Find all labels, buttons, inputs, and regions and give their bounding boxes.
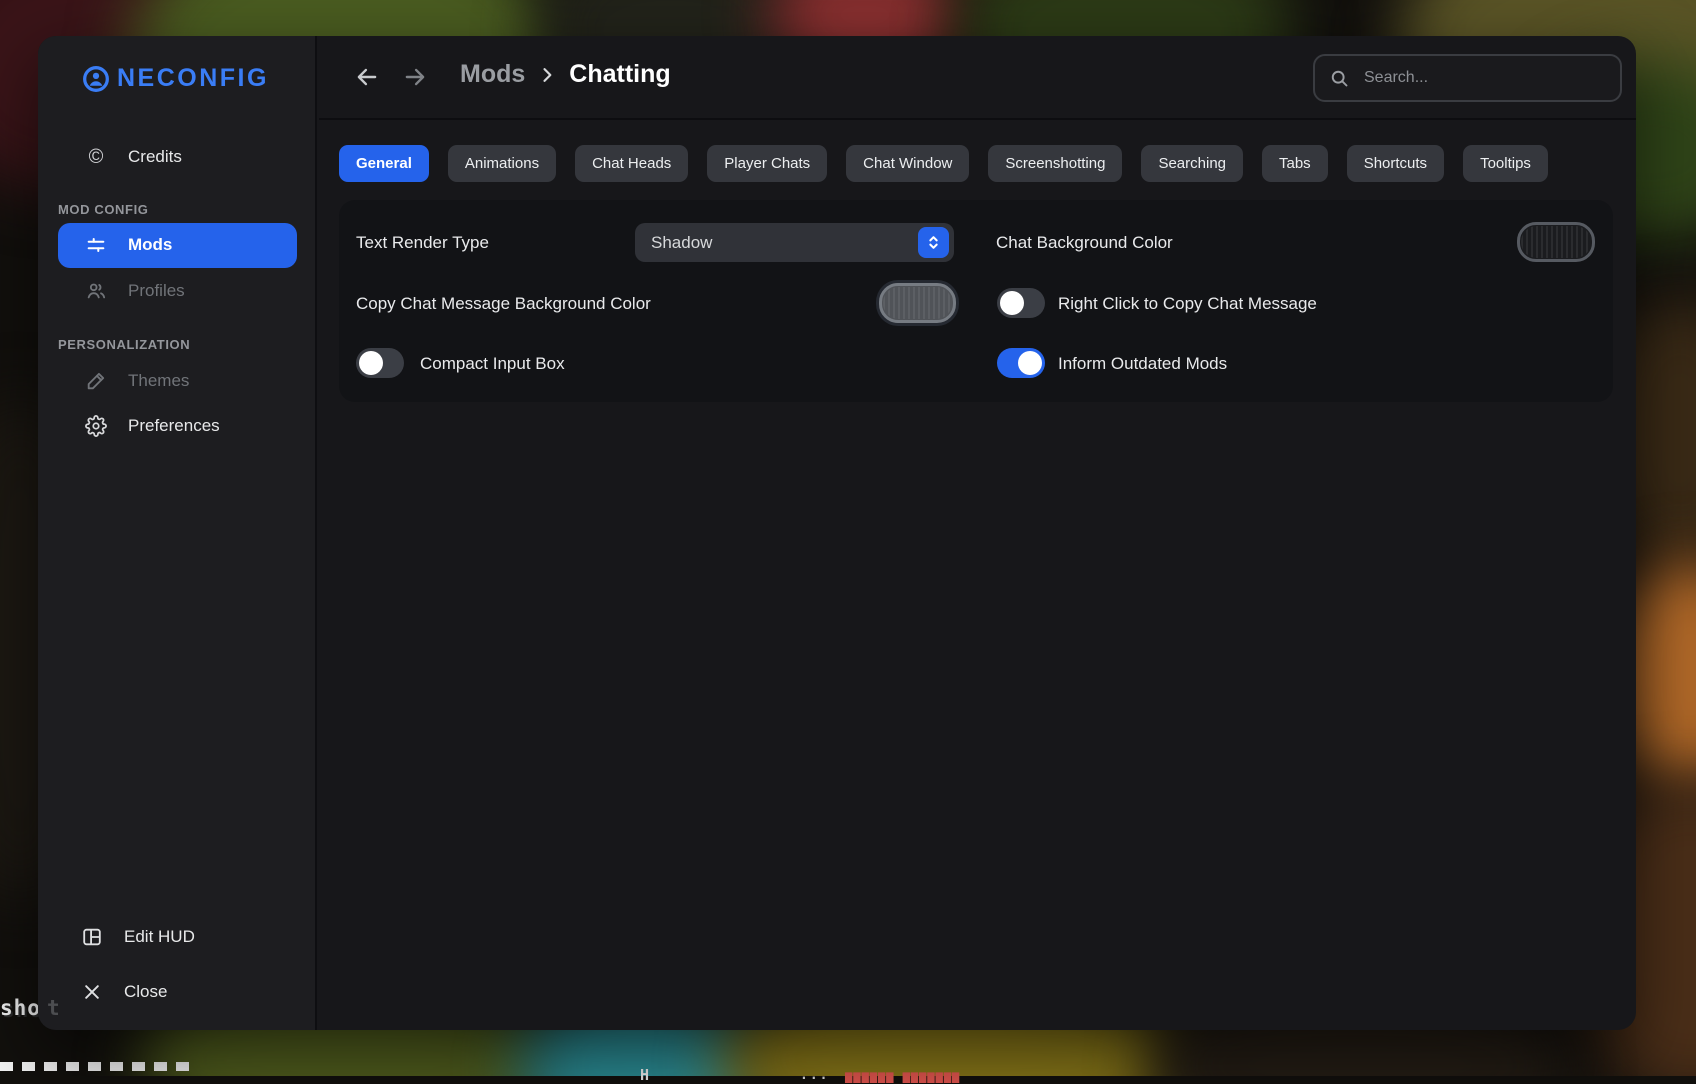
chevron-up-down-icon[interactable] — [918, 227, 949, 258]
toggle-knob — [1018, 351, 1042, 375]
paintbrush-icon — [84, 370, 108, 392]
header-divider — [319, 118, 1636, 120]
layout-icon — [80, 926, 104, 948]
chat-background-color-label: Chat Background Color — [996, 233, 1173, 253]
compact-input-box-label: Compact Input Box — [420, 354, 565, 374]
background-bottom-text: H — [640, 1066, 649, 1084]
breadcrumb: Mods Chatting — [460, 60, 671, 89]
users-icon — [84, 280, 108, 302]
tab-shortcuts[interactable]: Shortcuts — [1347, 145, 1444, 182]
close-label: Close — [124, 982, 167, 1002]
search-input[interactable] — [1362, 68, 1606, 88]
text-render-type-label: Text Render Type — [356, 233, 489, 253]
tab-chat-window[interactable]: Chat Window — [846, 145, 969, 182]
sidebar: NECONFIG © Credits MOD CONFIG Mods — [38, 36, 317, 1030]
logo-text: NECONFIG — [117, 64, 269, 93]
search-icon — [1329, 68, 1350, 89]
sidebar-item-label: Profiles — [128, 281, 185, 301]
sliders-icon — [84, 234, 108, 256]
search-box[interactable] — [1313, 54, 1622, 102]
inform-outdated-mods-toggle[interactable] — [997, 348, 1045, 378]
sidebar-item-mods[interactable]: Mods — [84, 228, 172, 262]
settings-card: Text Render Type Shadow Chat Background … — [339, 200, 1613, 402]
background-text-fragment-ghost: t — [47, 996, 60, 1020]
tab-searching[interactable]: Searching — [1141, 145, 1243, 182]
tab-tooltips[interactable]: Tooltips — [1463, 145, 1548, 182]
breadcrumb-mods[interactable]: Mods — [460, 60, 525, 89]
chat-background-color-swatch[interactable] — [1517, 222, 1595, 262]
section-header-mod-config: MOD CONFIG — [58, 202, 149, 217]
edit-hud-label: Edit HUD — [124, 927, 195, 947]
tab-animations[interactable]: Animations — [448, 145, 556, 182]
sidebar-item-label: Mods — [128, 235, 172, 255]
compact-input-box-toggle[interactable] — [356, 348, 404, 378]
text-render-type-select[interactable]: Shadow — [635, 223, 954, 262]
tab-bar: General Animations Chat Heads Player Cha… — [339, 145, 1548, 182]
toggle-knob — [1000, 291, 1024, 315]
tab-player-chats[interactable]: Player Chats — [707, 145, 827, 182]
inform-outdated-mods-label: Inform Outdated Mods — [1058, 354, 1227, 374]
background-red-text: ▆▆▆▆▆▆ ▆▆▆▆▆▆▆ — [845, 1069, 960, 1083]
breadcrumb-current: Chatting — [569, 60, 670, 89]
tab-general[interactable]: General — [339, 145, 429, 182]
tab-chat-heads[interactable]: Chat Heads — [575, 145, 688, 182]
oneconfig-window: NECONFIG © Credits MOD CONFIG Mods — [38, 36, 1636, 1030]
sidebar-item-label: Themes — [128, 371, 189, 391]
sidebar-item-label: Preferences — [128, 416, 220, 436]
chevron-right-icon — [537, 65, 557, 85]
oneconfig-logo-icon — [82, 65, 110, 93]
sidebar-item-themes[interactable]: Themes — [84, 364, 189, 398]
tab-screenshotting[interactable]: Screenshotting — [988, 145, 1122, 182]
sidebar-item-credits[interactable]: © Credits — [84, 140, 182, 174]
toggle-knob — [359, 351, 383, 375]
copy-chat-bg-color-label: Copy Chat Message Background Color — [356, 294, 651, 314]
copy-chat-message-background-color-swatch[interactable] — [879, 283, 956, 323]
section-header-personalization: PERSONALIZATION — [58, 337, 190, 352]
sidebar-item-preferences[interactable]: Preferences — [84, 409, 220, 443]
gear-icon — [84, 415, 108, 437]
close-icon — [80, 982, 104, 1002]
forward-arrow-button[interactable] — [400, 62, 430, 92]
text-render-type-value: Shadow — [651, 233, 712, 253]
close-button[interactable]: Close — [80, 975, 167, 1009]
right-click-copy-label: Right Click to Copy Chat Message — [1058, 294, 1317, 314]
copyright-icon: © — [84, 147, 108, 167]
background-dashed-line — [0, 1062, 196, 1071]
tab-tabs[interactable]: Tabs — [1262, 145, 1328, 182]
edit-hud-button[interactable]: Edit HUD — [80, 920, 195, 954]
oneconfig-logo: NECONFIG — [82, 64, 269, 93]
sidebar-item-label: Credits — [128, 147, 182, 167]
right-click-copy-toggle[interactable] — [997, 288, 1045, 318]
back-arrow-button[interactable] — [352, 62, 382, 92]
sidebar-item-profiles[interactable]: Profiles — [84, 274, 185, 308]
